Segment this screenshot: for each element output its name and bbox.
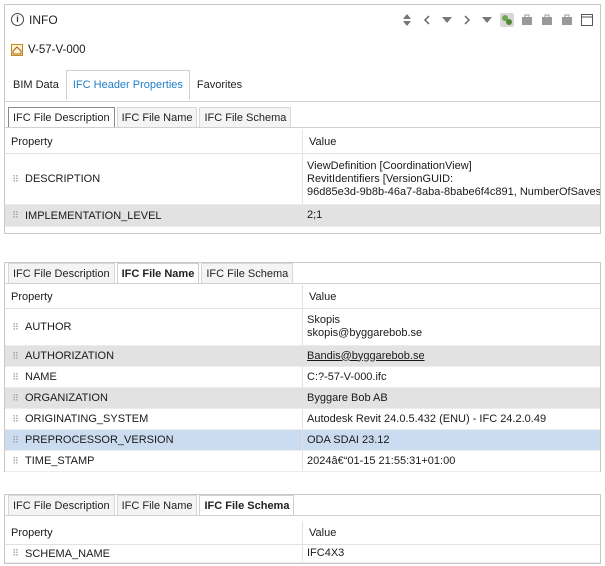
property-column-header[interactable]: Property xyxy=(5,130,303,153)
property-value: RevitIdentifiers [VersionGUID: xyxy=(307,172,454,185)
file-schema-panel: IFC File Description IFC File Name IFC F… xyxy=(4,494,601,564)
ifc-sub-tabs: IFC File Description IFC File Name IFC F… xyxy=(8,107,292,127)
bag-icon[interactable] xyxy=(560,13,574,27)
tab-ifc-file-schema[interactable]: IFC File Schema xyxy=(199,107,292,127)
menu-dropdown-icon[interactable] xyxy=(480,13,494,27)
sub-tabs-divider xyxy=(5,283,600,284)
table-header: Property Value xyxy=(5,285,600,309)
tab-ifc-file-schema[interactable]: IFC File Schema xyxy=(201,263,294,283)
tab-ifc-file-description[interactable]: IFC File Description xyxy=(8,495,115,515)
drag-handle-icon[interactable]: ⠿ xyxy=(5,414,25,425)
property-value: Skopis xyxy=(307,314,341,326)
tab-favorites[interactable]: Favorites xyxy=(190,70,249,100)
table-header: Property Value xyxy=(5,521,600,545)
ifc-sub-tabs: IFC File Description IFC File Name IFC F… xyxy=(8,263,294,283)
description-table: Property Value ⠿ DESCRIPTION ViewDefiniti… xyxy=(5,130,600,227)
next-icon[interactable] xyxy=(460,13,474,27)
tab-ifc-file-description[interactable]: IFC File Description xyxy=(8,263,115,283)
property-value: IFC4X3 xyxy=(307,547,345,559)
property-name: NAME xyxy=(25,371,57,383)
file-name-table: Property Value ⠿ AUTHOR Skopis skopis@byg… xyxy=(5,285,600,472)
table-row[interactable]: ⠿ AUTHORIZATION Bandis@byggarebob.se xyxy=(5,346,600,367)
value-column-header[interactable]: Value xyxy=(303,521,600,544)
sub-tabs-divider xyxy=(5,515,600,516)
tab-ifc-file-schema[interactable]: IFC File Schema xyxy=(199,495,295,515)
table-header: Property Value xyxy=(5,130,600,154)
table-row[interactable]: ⠿ ORGANIZATION Byggare Bob AB xyxy=(5,388,600,409)
property-name: SCHEMA_NAME xyxy=(25,547,110,560)
filter-icon[interactable] xyxy=(500,13,514,27)
property-value: skopis@byggarebob.se xyxy=(307,327,423,339)
bag-icon[interactable] xyxy=(520,13,534,27)
value-column-header[interactable]: Value xyxy=(303,285,600,308)
table-row[interactable]: ⠿ IMPLEMENTATION_LEVEL 2;1 xyxy=(5,205,600,227)
property-value: ODA SDAI 23.12 xyxy=(307,433,390,446)
drag-handle-icon[interactable]: ⠿ xyxy=(5,372,25,383)
property-value: 2024â€“01-15 21:55:31+01:00 xyxy=(307,454,456,467)
property-name: ORIGINATING_SYSTEM xyxy=(25,413,149,425)
drag-handle-icon[interactable]: ⠿ xyxy=(5,456,25,467)
property-name: AUTHORIZATION xyxy=(25,350,115,362)
property-name: DESCRIPTION xyxy=(25,173,101,185)
tab-ifc-file-name[interactable]: IFC File Name xyxy=(116,263,200,283)
property-value-link[interactable]: Bandis@byggarebob.se xyxy=(307,350,600,363)
tab-ifc-header-properties[interactable]: IFC Header Properties xyxy=(65,70,190,100)
up-down-icon[interactable] xyxy=(400,13,414,27)
model-name: V-57-V-000 xyxy=(28,44,86,56)
drag-handle-icon[interactable]: ⠿ xyxy=(5,548,25,559)
property-value: Autodesk Revit 24.0.5.432 (ENU) - IFC 24… xyxy=(307,412,547,425)
info-panel: i INFO V-57-V-000 BIM Data IFC Header Pr… xyxy=(4,4,601,234)
info-icon: i xyxy=(11,13,24,26)
tab-ifc-file-description[interactable]: IFC File Description xyxy=(8,107,115,127)
dropdown-icon[interactable] xyxy=(440,13,454,27)
toolbar xyxy=(400,11,594,29)
drag-handle-icon[interactable]: ⠿ xyxy=(5,435,25,446)
table-row[interactable]: ⠿ SCHEMA_NAME IFC4X3 xyxy=(5,545,600,563)
tabs-divider xyxy=(5,101,600,102)
window-icon[interactable] xyxy=(580,13,594,27)
property-name: IMPLEMENTATION_LEVEL xyxy=(25,209,162,222)
ifc-sub-tabs: IFC File Description IFC File Name IFC F… xyxy=(8,495,295,515)
file-schema-table: Property Value ⠿ SCHEMA_NAME IFC4X3 xyxy=(5,521,600,563)
property-name: AUTHOR xyxy=(25,321,72,333)
tab-bim-data[interactable]: BIM Data xyxy=(6,70,66,100)
table-row[interactable]: ⠿ AUTHOR Skopis skopis@byggarebob.se xyxy=(5,309,600,346)
property-value: C:?-57-V-000.ifc xyxy=(307,370,387,383)
sub-tabs-divider xyxy=(5,127,600,128)
property-column-header[interactable]: Property xyxy=(5,285,303,308)
property-value: ViewDefinition [CoordinationView] xyxy=(307,159,472,172)
property-value: 96d85e3d-9b8b-46a7-8aba-8babe6f4c891, Nu… xyxy=(307,185,600,198)
property-value: 2;1 xyxy=(307,209,323,221)
table-row[interactable]: ⠿ NAME C:?-57-V-000.ifc xyxy=(5,367,600,388)
main-tabs: BIM Data IFC Header Properties Favorites xyxy=(6,70,249,100)
tab-ifc-file-name[interactable]: IFC File Name xyxy=(116,495,198,515)
bag-icon[interactable] xyxy=(540,13,554,27)
drag-handle-icon[interactable]: ⠿ xyxy=(5,322,25,333)
drag-handle-icon[interactable]: ⠿ xyxy=(5,393,25,404)
property-column-header[interactable]: Property xyxy=(5,521,303,544)
property-value: Byggare Bob AB xyxy=(307,391,388,404)
building-icon xyxy=(11,44,23,56)
table-row[interactable]: ⠿ ORIGINATING_SYSTEM Autodesk Revit 24.0.… xyxy=(5,409,600,430)
tab-ifc-file-name[interactable]: IFC File Name xyxy=(116,107,198,127)
drag-handle-icon[interactable]: ⠿ xyxy=(5,210,25,221)
drag-handle-icon[interactable]: ⠿ xyxy=(5,174,25,185)
property-name: PREPROCESSOR_VERSION xyxy=(25,434,174,446)
prev-icon[interactable] xyxy=(420,13,434,27)
property-name: ORGANIZATION xyxy=(25,392,108,404)
drag-handle-icon[interactable]: ⠿ xyxy=(5,351,25,362)
file-name-panel: IFC File Description IFC File Name IFC F… xyxy=(4,262,601,472)
panel-title: INFO xyxy=(29,13,58,27)
table-row[interactable]: ⠿ PREPROCESSOR_VERSION ODA SDAI 23.12 xyxy=(5,430,600,451)
panel-title-bar: i INFO xyxy=(5,5,600,33)
model-row: V-57-V-000 xyxy=(11,42,86,58)
property-name: TIME_STAMP xyxy=(25,455,95,467)
table-row[interactable]: ⠿ TIME_STAMP 2024â€“01-15 21:55:31+01:00 xyxy=(5,451,600,472)
table-row[interactable]: ⠿ DESCRIPTION ViewDefinition [Coordinatio… xyxy=(5,154,600,205)
value-column-header[interactable]: Value xyxy=(303,130,600,153)
